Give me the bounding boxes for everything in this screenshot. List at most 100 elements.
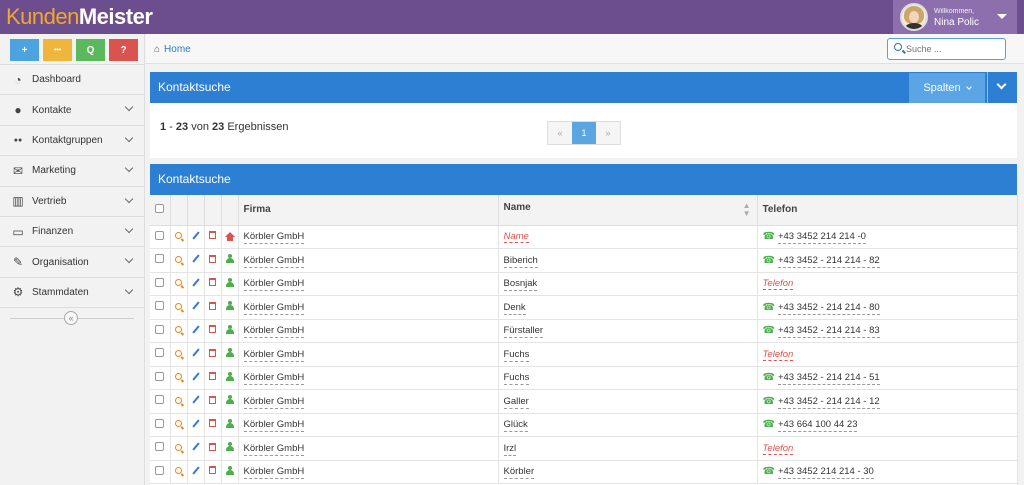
edit-icon[interactable] — [191, 301, 200, 310]
sidebar-item-marketing[interactable]: ✉ Marketing — [0, 155, 144, 185]
quick-search-button[interactable]: Q — [76, 39, 105, 61]
row-checkbox[interactable] — [155, 418, 165, 428]
trash-icon[interactable] — [209, 372, 216, 381]
phone-value[interactable]: +43 3452 - 214 214 - 51 — [777, 372, 880, 386]
view-icon[interactable] — [175, 279, 182, 287]
edit-icon[interactable] — [191, 325, 200, 334]
search-input[interactable] — [906, 42, 1001, 56]
sidebar-item-stammdaten[interactable]: ⚙ Stammdaten — [0, 276, 144, 307]
phone-value[interactable]: Telefon — [762, 442, 794, 455]
column-header-name[interactable]: Name ▲ ▼ — [498, 195, 758, 226]
name-value[interactable]: Bosnjak — [503, 278, 538, 292]
view-icon[interactable] — [175, 326, 182, 334]
sidebar-item-kontaktgruppen[interactable]: ●● Kontaktgruppen — [0, 124, 144, 155]
phone-value[interactable]: +43 3452 - 214 214 - 83 — [777, 325, 880, 339]
sidebar-item-finanzen[interactable]: ▭ Finanzen — [0, 215, 144, 246]
panel-toggle-button[interactable] — [987, 72, 1017, 103]
view-icon[interactable] — [175, 302, 182, 310]
breadcrumb-home-link[interactable]: Home — [164, 44, 191, 55]
phone-value[interactable]: Telefon — [762, 348, 794, 361]
edit-icon[interactable] — [191, 395, 200, 404]
name-value[interactable]: Fuchs — [503, 372, 530, 386]
row-checkbox[interactable] — [155, 301, 165, 311]
firma-value[interactable]: Körbler GmbH — [243, 442, 305, 456]
edit-icon[interactable] — [191, 372, 200, 381]
trash-icon[interactable] — [209, 325, 216, 334]
quick-help-button[interactable]: ? — [109, 39, 138, 61]
select-all-checkbox[interactable] — [155, 203, 165, 213]
row-checkbox[interactable] — [155, 230, 165, 240]
edit-icon[interactable] — [191, 419, 200, 428]
trash-icon[interactable] — [209, 466, 216, 475]
row-checkbox[interactable] — [155, 465, 165, 475]
firma-value[interactable]: Körbler GmbH — [243, 278, 305, 292]
sidebar-item-kontakte[interactable]: ● Kontakte — [0, 94, 144, 124]
firma-value[interactable]: Körbler GmbH — [243, 231, 305, 245]
view-icon[interactable] — [175, 349, 182, 357]
app-logo[interactable]: KundenMeister — [6, 4, 153, 30]
firma-value[interactable]: Körbler GmbH — [243, 301, 305, 315]
firma-value[interactable]: Körbler GmbH — [243, 348, 305, 362]
row-checkbox[interactable] — [155, 348, 165, 358]
name-value[interactable]: Denk — [503, 301, 526, 315]
firma-value[interactable]: Körbler GmbH — [243, 419, 305, 433]
phone-value[interactable]: +43 3452 214 214 - 30 — [777, 466, 874, 480]
trash-icon[interactable] — [209, 348, 216, 357]
pagination-prev[interactable]: « — [548, 122, 572, 144]
edit-icon[interactable] — [191, 278, 200, 287]
row-checkbox[interactable] — [155, 395, 165, 405]
view-icon[interactable] — [175, 396, 182, 404]
phone-value[interactable]: Telefon — [762, 278, 794, 291]
row-checkbox[interactable] — [155, 324, 165, 334]
row-checkbox[interactable] — [155, 442, 165, 452]
name-value[interactable]: Glück — [503, 419, 528, 433]
edit-icon[interactable] — [191, 231, 200, 240]
sidebar-item-vertrieb[interactable]: ▥ Vertrieb — [0, 185, 144, 216]
name-value[interactable]: Fuchs — [503, 348, 530, 362]
trash-icon[interactable] — [209, 301, 216, 310]
trash-icon[interactable] — [209, 442, 216, 451]
name-value[interactable]: Galler — [503, 395, 529, 409]
sidebar-item-organisation[interactable]: ✎ Organisation — [0, 246, 144, 276]
phone-value[interactable]: +43 3452 - 214 214 - 82 — [777, 254, 880, 268]
view-icon[interactable] — [175, 443, 182, 451]
quick-chat-button[interactable]: ••• — [43, 39, 72, 61]
phone-value[interactable]: +43 664 100 44 23 — [777, 419, 858, 433]
trash-icon[interactable] — [209, 278, 216, 287]
name-value[interactable]: Biberich — [503, 254, 538, 268]
pagination-next[interactable]: » — [596, 122, 620, 144]
phone-value[interactable]: +43 3452 214 214 -0 — [777, 231, 866, 245]
view-icon[interactable] — [175, 467, 182, 475]
edit-icon[interactable] — [191, 466, 200, 475]
name-value[interactable]: Irzl — [503, 442, 517, 456]
trash-icon[interactable] — [209, 419, 216, 428]
collapse-sidebar-icon[interactable]: « — [64, 311, 78, 326]
view-icon[interactable] — [175, 420, 182, 428]
view-icon[interactable] — [175, 255, 182, 263]
sidebar-item-dashboard[interactable]: ◔ Dashboard — [0, 64, 144, 94]
columns-button[interactable]: Spalten — [909, 73, 985, 103]
user-menu[interactable]: Willkommen, Nina Polic — [893, 0, 1017, 34]
phone-value[interactable]: +43 3452 - 214 214 - 80 — [777, 301, 880, 315]
name-value[interactable]: Körbler — [503, 466, 535, 480]
row-checkbox[interactable] — [155, 254, 165, 264]
column-header-telefon[interactable]: Telefon — [757, 195, 1018, 226]
column-header-firma[interactable]: Firma — [238, 195, 499, 226]
firma-value[interactable]: Körbler GmbH — [243, 395, 305, 409]
firma-value[interactable]: Körbler GmbH — [243, 466, 305, 480]
quick-add-button[interactable]: + — [10, 39, 39, 61]
edit-icon[interactable] — [191, 254, 200, 263]
trash-icon[interactable] — [209, 254, 216, 263]
firma-value[interactable]: Körbler GmbH — [243, 325, 305, 339]
trash-icon[interactable] — [209, 395, 216, 404]
view-icon[interactable] — [175, 373, 182, 381]
name-value[interactable]: Name — [503, 231, 529, 244]
trash-icon[interactable] — [209, 231, 216, 240]
row-checkbox[interactable] — [155, 371, 165, 381]
view-icon[interactable] — [175, 232, 182, 240]
firma-value[interactable]: Körbler GmbH — [243, 372, 305, 386]
name-value[interactable]: Fürstaller — [503, 325, 544, 339]
edit-icon[interactable] — [191, 442, 200, 451]
firma-value[interactable]: Körbler GmbH — [243, 254, 305, 268]
phone-value[interactable]: +43 3452 - 214 214 - 12 — [777, 395, 880, 409]
